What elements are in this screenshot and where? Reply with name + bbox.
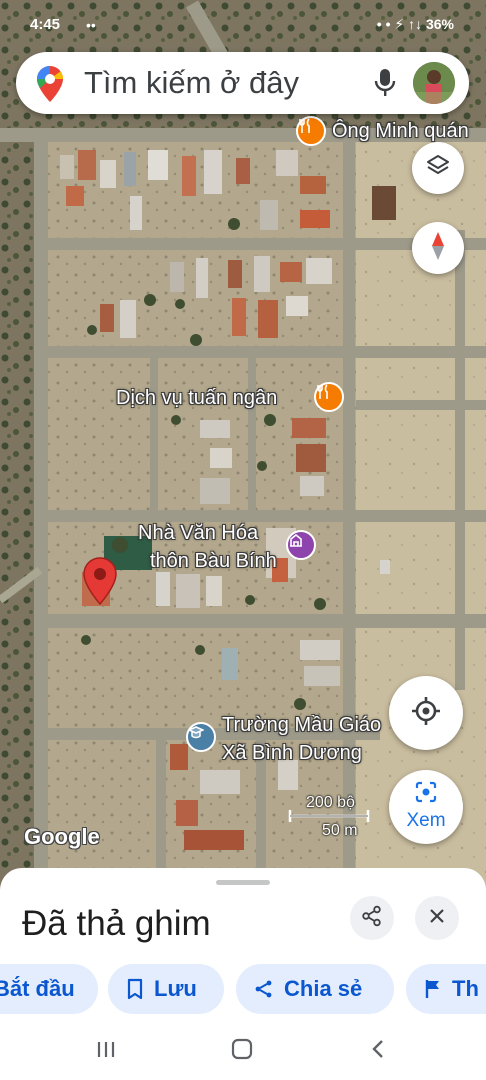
compass-button[interactable] xyxy=(412,222,464,274)
cultural-house-label-line1[interactable]: Nhà Văn Hóa xyxy=(138,522,258,545)
restaurant-pin-icon[interactable] xyxy=(296,116,326,146)
lens-icon xyxy=(414,780,438,809)
bookmark-icon xyxy=(127,978,143,1000)
scale-metric: 50 m xyxy=(322,822,358,839)
google-attribution: Google xyxy=(24,824,100,849)
save-chip[interactable]: Lưu xyxy=(108,964,224,1014)
status-bar: 4:45 •• • • ⚡ ↑↓ 36% xyxy=(0,0,486,40)
share-icon xyxy=(361,905,383,932)
drag-handle[interactable] xyxy=(216,880,270,885)
chip-label-save: Lưu xyxy=(154,976,197,1001)
cultural-house-label-line2[interactable]: thôn Bàu Bính xyxy=(150,550,277,573)
search-input[interactable]: Tìm kiếm ở đây xyxy=(84,65,299,101)
sheet-title: Đã thả ghim xyxy=(22,904,211,943)
layers-button[interactable] xyxy=(412,142,464,194)
action-chips: Bắt đầu Lưu Chia sẻ Th xyxy=(0,964,486,1018)
school-label-line1[interactable]: Trường Mầu Giáo xyxy=(222,714,381,737)
chip-label-share: Chia sẻ xyxy=(284,976,363,1001)
school-pin-icon[interactable] xyxy=(186,722,216,752)
share-icon xyxy=(255,980,272,998)
restaurant-label-top[interactable]: Ông Minh quán xyxy=(332,120,469,143)
flag-chip[interactable]: Th xyxy=(406,964,486,1014)
chip-label-start: Bắt đầu xyxy=(0,976,75,1001)
start-chip[interactable]: Bắt đầu xyxy=(0,964,98,1014)
status-time: 4:45 xyxy=(30,16,61,33)
close-icon xyxy=(428,907,446,930)
home-icon[interactable] xyxy=(231,1038,253,1065)
restaurant-pin-icon[interactable] xyxy=(314,382,344,412)
community-center-pin-icon[interactable] xyxy=(286,530,316,560)
layers-icon xyxy=(425,153,451,184)
system-nav-bar xyxy=(0,1024,486,1080)
google-maps-pin-icon xyxy=(36,65,64,108)
back-icon[interactable] xyxy=(370,1038,386,1065)
my-location-button[interactable] xyxy=(389,676,463,750)
explore-button[interactable]: Xem xyxy=(389,770,463,844)
notification-icons: •• xyxy=(86,17,96,33)
map-scale: 200 bộ 50 m xyxy=(276,792,376,848)
share-chip[interactable]: Chia sẻ xyxy=(236,964,394,1014)
scale-imperial: 200 bộ xyxy=(306,794,355,811)
compass-icon xyxy=(426,230,450,267)
restaurant-label-mid[interactable]: Dịch vụ tuấn ngân xyxy=(116,387,277,410)
status-indicators: • • ⚡ ↑↓ 36% xyxy=(376,16,454,32)
search-bar[interactable]: Tìm kiếm ở đây xyxy=(16,52,469,114)
school-label-line2[interactable]: Xã Bình Dương xyxy=(222,742,362,765)
share-button[interactable] xyxy=(350,896,394,940)
recents-icon[interactable] xyxy=(96,1038,118,1065)
my-location-icon xyxy=(410,695,442,732)
chip-label-more: Th xyxy=(452,976,479,1001)
user-avatar[interactable] xyxy=(413,62,455,104)
microphone-icon[interactable] xyxy=(374,68,396,103)
explore-label: Xem xyxy=(406,810,446,831)
satellite-map[interactable]: Ông Minh quán Dịch vụ tuấn ngân Nhà Văn … xyxy=(0,0,486,900)
close-button[interactable] xyxy=(415,896,459,940)
flag-icon xyxy=(425,980,439,998)
